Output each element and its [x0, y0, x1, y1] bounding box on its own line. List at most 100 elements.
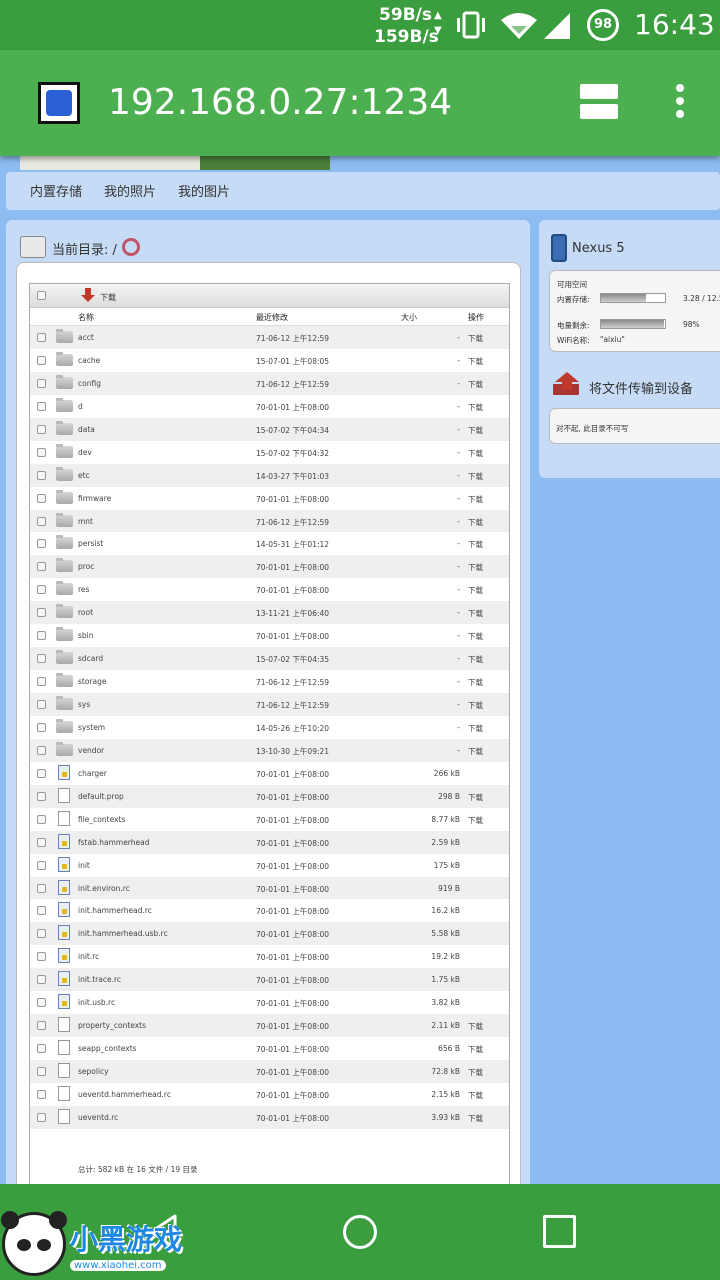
file-name[interactable]: init — [78, 861, 90, 870]
row-checkbox[interactable] — [37, 700, 46, 709]
table-row[interactable]: d 70-01-01 上午08:00 - 下载 — [30, 394, 509, 418]
download-link[interactable]: 下载 — [468, 631, 483, 642]
download-link[interactable]: 下载 — [468, 700, 483, 711]
file-name[interactable]: res — [78, 585, 89, 594]
file-name[interactable]: init.rc — [78, 952, 99, 961]
table-row[interactable]: config 71-06-12 上午12:59 - 下载 — [30, 371, 509, 395]
overflow-menu-icon[interactable] — [674, 84, 686, 120]
download-link[interactable]: 下载 — [468, 402, 483, 413]
table-row[interactable]: file_contexts 70-01-01 上午08:00 8.77 kB 下载 — [30, 807, 509, 831]
row-checkbox[interactable] — [37, 791, 46, 801]
download-link[interactable]: 下载 — [468, 517, 483, 528]
file-name[interactable]: init.usb.rc — [78, 998, 115, 1007]
table-row[interactable]: cache 15-07-01 上午08:05 - 下载 — [30, 348, 509, 372]
download-link[interactable]: 下载 — [468, 333, 483, 344]
file-name[interactable]: init.environ.rc — [78, 884, 130, 893]
download-link[interactable]: 下载 — [468, 1113, 483, 1124]
file-name[interactable]: ueventd.hammerhead.rc — [78, 1090, 171, 1099]
table-row[interactable]: init.rc 70-01-01 上午08:00 19.2 kB — [30, 945, 509, 969]
row-checkbox[interactable] — [37, 677, 46, 687]
header-name[interactable]: 名称 — [78, 312, 94, 323]
file-name[interactable]: init.hammerhead.usb.rc — [78, 929, 168, 938]
row-checkbox[interactable] — [37, 401, 46, 411]
file-name[interactable]: init.trace.rc — [78, 975, 121, 984]
refresh-icon[interactable] — [122, 238, 140, 256]
row-checkbox[interactable] — [37, 998, 46, 1008]
download-link[interactable]: 下载 — [468, 654, 483, 665]
tabs-switcher-icon[interactable] — [580, 84, 618, 120]
file-name[interactable]: init.hammerhead.rc — [78, 906, 152, 915]
file-name[interactable]: proc — [78, 562, 94, 571]
table-row[interactable]: firmware 70-01-01 上午08:00 - 下载 — [30, 486, 509, 510]
download-link[interactable]: 下载 — [468, 356, 483, 367]
file-name[interactable]: file_contexts — [78, 815, 125, 824]
file-name[interactable]: sepolicy — [78, 1067, 109, 1076]
download-link[interactable]: 下载 — [468, 792, 483, 803]
row-checkbox[interactable] — [37, 539, 46, 549]
table-row[interactable]: init.usb.rc 70-01-01 上午08:00 3.82 kB — [30, 991, 509, 1015]
file-name[interactable]: cache — [78, 356, 100, 365]
row-checkbox[interactable] — [37, 562, 46, 572]
table-row[interactable]: init 70-01-01 上午08:00 175 kB — [30, 853, 509, 877]
table-row[interactable]: init.trace.rc 70-01-01 上午08:00 1.75 kB — [30, 968, 509, 992]
file-name[interactable]: d — [78, 402, 83, 411]
download-icon[interactable] — [80, 288, 96, 302]
row-checkbox[interactable] — [37, 906, 46, 916]
table-row[interactable]: ueventd.rc 70-01-01 上午08:00 3.93 kB 下载 — [30, 1105, 509, 1129]
table-row[interactable]: sys 71-06-12 上午12:59 - 下载 — [30, 693, 509, 716]
download-selected-button[interactable]: 下载 — [100, 292, 116, 303]
nav-internal-storage[interactable]: 内置存储 — [30, 181, 82, 200]
row-checkbox[interactable] — [37, 745, 46, 755]
download-link[interactable]: 下载 — [468, 723, 483, 734]
url-bar[interactable]: 192.168.0.27:1234 — [108, 80, 452, 126]
table-row[interactable]: vendor 13-10-30 上午09:21 - 下载 — [30, 738, 509, 762]
table-row[interactable]: sbin 70-01-01 上午08:00 - 下载 — [30, 624, 509, 648]
row-checkbox[interactable] — [37, 768, 46, 778]
row-checkbox[interactable] — [37, 722, 46, 732]
download-link[interactable]: 下载 — [468, 815, 483, 826]
table-row[interactable]: data 15-07-02 下午04:34 - 下载 — [30, 417, 509, 441]
row-checkbox[interactable] — [37, 929, 46, 939]
file-name[interactable]: ueventd.rc — [78, 1113, 118, 1122]
file-name[interactable]: acct — [78, 333, 94, 342]
table-row[interactable]: init.hammerhead.rc 70-01-01 上午08:00 16.2 k… — [30, 899, 509, 923]
row-checkbox[interactable] — [37, 1089, 46, 1099]
row-checkbox[interactable] — [37, 378, 46, 388]
row-checkbox[interactable] — [37, 1112, 46, 1122]
table-row[interactable]: storage 71-06-12 上午12:59 - 下载 — [30, 670, 509, 693]
table-row[interactable]: root 13-11-21 上午06:40 - 下载 — [30, 601, 509, 625]
table-row[interactable]: sepolicy 70-01-01 上午08:00 72.8 kB 下载 — [30, 1060, 509, 1083]
nav-my-pictures[interactable]: 我的图片 — [178, 181, 230, 200]
header-size[interactable]: 大小 — [401, 312, 417, 323]
file-name[interactable]: fstab.hammerhead — [78, 838, 149, 847]
nav-my-photos[interactable]: 我的照片 — [104, 181, 156, 200]
row-checkbox[interactable] — [37, 447, 46, 457]
file-name[interactable]: etc — [78, 471, 90, 480]
row-checkbox[interactable] — [37, 424, 46, 434]
download-link[interactable]: 下载 — [468, 562, 483, 573]
row-checkbox[interactable] — [37, 631, 46, 641]
table-row[interactable]: res 70-01-01 上午08:00 - 下载 — [30, 578, 509, 602]
row-checkbox[interactable] — [37, 860, 46, 870]
download-link[interactable]: 下载 — [468, 425, 483, 436]
file-name[interactable]: data — [78, 425, 95, 434]
file-name[interactable]: sdcard — [78, 654, 103, 663]
row-checkbox[interactable] — [37, 883, 46, 893]
file-name[interactable]: dev — [78, 448, 92, 457]
file-name[interactable]: default.prop — [78, 792, 124, 801]
file-name[interactable]: config — [78, 379, 101, 388]
home-icon[interactable] — [343, 1215, 377, 1249]
row-checkbox[interactable] — [37, 1021, 46, 1031]
download-link[interactable]: 下载 — [468, 1090, 483, 1101]
file-name[interactable]: vendor — [78, 746, 104, 755]
file-name[interactable]: persist — [78, 539, 103, 548]
file-name[interactable]: system — [78, 723, 105, 732]
row-checkbox[interactable] — [37, 1067, 46, 1076]
header-modified[interactable]: 最近修改 — [256, 312, 288, 323]
row-checkbox[interactable] — [37, 355, 46, 365]
row-checkbox[interactable] — [37, 814, 46, 824]
file-name[interactable]: firmware — [78, 494, 111, 503]
download-link[interactable]: 下载 — [468, 539, 483, 550]
table-row[interactable]: persist 14-05-31 上午01:12 - 下载 — [30, 532, 509, 556]
file-name[interactable]: storage — [78, 677, 107, 686]
